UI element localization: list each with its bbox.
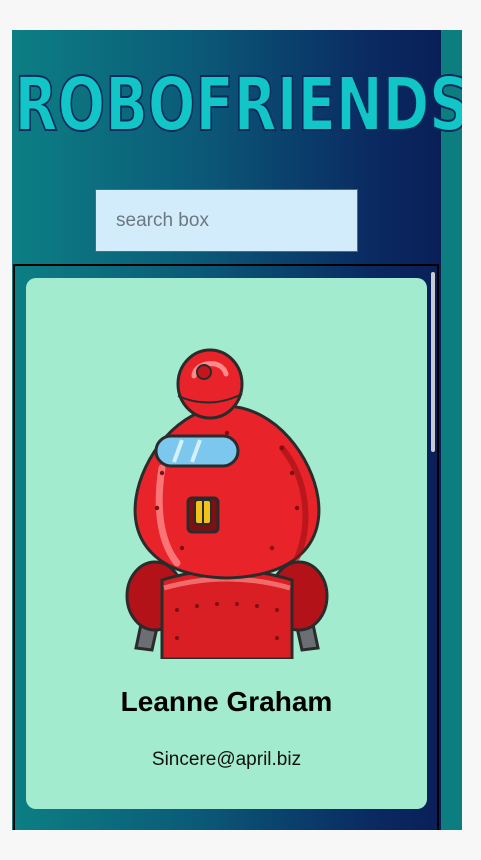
scrollbar-thumb[interactable] [431,272,435,452]
card-name: Leanne Graham [120,686,333,717]
card-list-scroll-area[interactable]: Leanne Graham Sincere@april.biz [13,264,439,830]
app-title: ROBOFRIENDS [14,68,463,138]
search-input[interactable] [95,189,358,252]
red-robot-avatar-icon [125,348,329,659]
card-email: Sincere@april.biz [151,749,302,770]
app-title-text: ROBOFRIENDS [15,68,463,138]
page-side-strip [441,30,462,830]
app-background: ROBOFRIENDS search box Leanne Graham Sin… [12,30,462,830]
robot-card[interactable]: Leanne Graham Sincere@april.biz [26,278,427,809]
